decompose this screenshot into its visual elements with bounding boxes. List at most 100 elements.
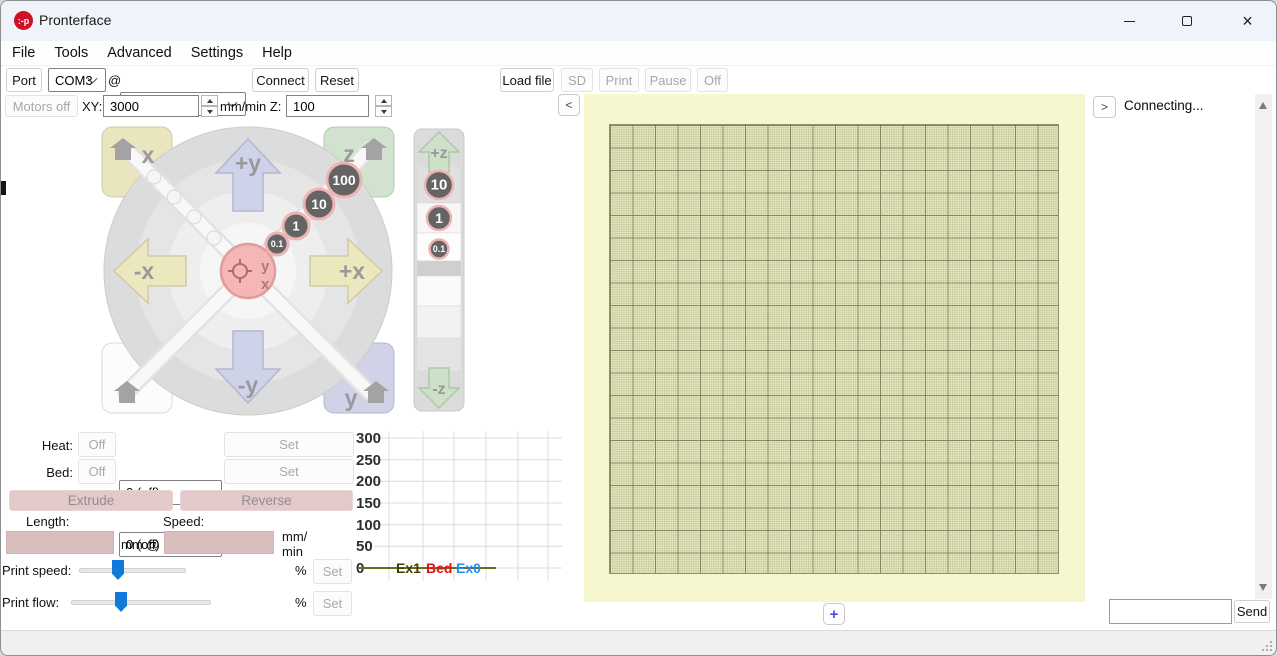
legend-ex0: Ex0 xyxy=(456,560,481,576)
menu-help[interactable]: Help xyxy=(262,45,292,61)
minus-x-label: -x xyxy=(134,258,155,284)
z-feed-value: 100 xyxy=(293,99,315,114)
svg-text:50: 50 xyxy=(356,538,373,555)
menu-file[interactable]: File xyxy=(12,45,35,61)
print-speed-slider[interactable] xyxy=(79,568,186,573)
spin-up-icon[interactable] xyxy=(375,95,392,106)
plus-x-label: +x xyxy=(339,258,365,284)
heat-set-button[interactable]: Set xyxy=(224,432,354,457)
z-jog-pad: +z -z 10 1 0.1 xyxy=(413,128,465,412)
z-badge-0-1[interactable]: 0.1 xyxy=(430,240,449,259)
collapse-right-button[interactable]: > xyxy=(1093,96,1116,118)
spin-down-icon[interactable] xyxy=(201,106,218,117)
print-button[interactable]: Print xyxy=(599,68,639,92)
port-select-value: COM3 xyxy=(55,73,93,88)
scroll-down-icon[interactable] xyxy=(1259,584,1267,591)
temperature-graph: 300 250 200 150 100 50 0 Ex1 Bed Ex0 xyxy=(356,431,562,581)
speed-label: Speed: xyxy=(163,514,204,529)
app-logo-icon: :-p xyxy=(14,11,33,30)
resize-grip[interactable] xyxy=(1260,639,1273,652)
print-bed-grid[interactable] xyxy=(609,124,1059,574)
plus-y-label: +y xyxy=(235,150,261,176)
extrude-length-input[interactable] xyxy=(6,531,114,554)
z-feed-input[interactable]: 100 xyxy=(286,95,369,117)
maximize-icon xyxy=(1182,16,1192,26)
load-file-button[interactable]: Load file xyxy=(500,68,554,92)
maximize-button[interactable] xyxy=(1158,1,1216,41)
reset-button[interactable]: Reset xyxy=(315,68,359,92)
extrude-button[interactable]: Extrude xyxy=(9,490,173,511)
close-button[interactable]: × xyxy=(1217,1,1277,41)
print-speed-set-button[interactable]: Set xyxy=(313,559,352,584)
bed-set-button[interactable]: Set xyxy=(224,459,354,484)
keyboard-jog-hub[interactable]: y x xyxy=(221,244,275,298)
log-output[interactable]: Connecting... xyxy=(1118,94,1255,599)
percent-label: % xyxy=(295,595,307,610)
svg-text:100: 100 xyxy=(356,517,381,534)
port-button[interactable]: Port xyxy=(6,68,42,92)
z-feed-label: mm/min Z: xyxy=(220,99,281,114)
print-flow-slider[interactable] xyxy=(71,600,211,605)
svg-text:300: 300 xyxy=(356,431,381,447)
hub-x-label: x xyxy=(261,276,270,293)
z-badge-10[interactable]: 10 xyxy=(425,171,453,199)
bed-label: Bed: xyxy=(31,465,73,480)
menu-settings[interactable]: Settings xyxy=(191,45,243,61)
distance-badge-10[interactable]: 10 xyxy=(304,189,334,219)
sd-button[interactable]: SD xyxy=(561,68,593,92)
off-button[interactable]: Off xyxy=(697,68,728,92)
left-splitter-handle[interactable] xyxy=(1,181,6,195)
reverse-button[interactable]: Reverse xyxy=(180,490,353,511)
distance-badge-1[interactable]: 1 xyxy=(283,213,309,239)
svg-text:150: 150 xyxy=(356,495,381,512)
min-unit-label: min xyxy=(282,544,303,559)
xy-feed-value: 3000 xyxy=(110,99,139,114)
z-badge-1[interactable]: 1 xyxy=(427,206,451,230)
bed-off-button[interactable]: Off xyxy=(78,459,116,484)
menu-bar: File Tools Advanced Settings Help xyxy=(1,41,1277,66)
menu-advanced[interactable]: Advanced xyxy=(107,45,172,61)
minimize-button[interactable] xyxy=(1100,1,1158,41)
extrude-speed-input[interactable] xyxy=(164,531,274,554)
distance-badge-0-1[interactable]: 0.1 xyxy=(266,233,288,255)
badge-label: 10 xyxy=(311,196,327,212)
command-input[interactable] xyxy=(1109,599,1232,624)
connect-button[interactable]: Connect xyxy=(252,68,309,92)
distance-badge-100[interactable]: 100 xyxy=(327,163,361,197)
print-speed-slider-thumb[interactable] xyxy=(112,560,124,580)
menu-tools[interactable]: Tools xyxy=(54,45,88,61)
xy-feed-label: XY: xyxy=(82,99,102,114)
title-bar: :-p Pronterface × xyxy=(1,1,1277,41)
home-x-label: x xyxy=(142,142,155,168)
print-flow-slider-thumb[interactable] xyxy=(115,592,127,612)
badge-label: 100 xyxy=(332,172,356,188)
motors-off-button[interactable]: Motors off xyxy=(5,95,78,117)
z-feed-spinner[interactable] xyxy=(375,95,392,117)
plus-z-label: +z xyxy=(430,145,447,162)
print-flow-label: Print flow: xyxy=(2,595,59,610)
minimize-icon xyxy=(1124,21,1135,22)
port-select[interactable]: COM3 xyxy=(48,68,106,92)
badge-label: 1 xyxy=(435,210,443,226)
mm-per-label: mm/ xyxy=(282,529,307,544)
send-button[interactable]: Send xyxy=(1234,600,1270,623)
badge-label: 10 xyxy=(431,177,448,194)
gcode-viewer-canvas[interactable] xyxy=(584,94,1085,602)
xy-jog-pad: +y -y -x +x x z y xyxy=(100,125,396,417)
pronterface-window: :-p Pronterface × File Tools Advanced Se… xyxy=(0,0,1277,656)
home-y-label: y xyxy=(345,385,358,411)
scroll-up-icon[interactable] xyxy=(1259,102,1267,109)
collapse-left-button[interactable]: < xyxy=(558,94,580,116)
pause-button[interactable]: Pause xyxy=(645,68,691,92)
print-flow-set-button[interactable]: Set xyxy=(313,591,352,616)
spin-down-icon[interactable] xyxy=(375,106,392,117)
hub-y-label: y xyxy=(261,258,270,275)
minus-y-label: -y xyxy=(238,372,259,398)
log-scrollbar[interactable] xyxy=(1255,94,1272,599)
spin-up-icon[interactable] xyxy=(201,95,218,106)
badge-label: 0.1 xyxy=(271,239,284,249)
xy-feed-input[interactable]: 3000 xyxy=(103,95,199,117)
heat-off-button[interactable]: Off xyxy=(78,432,116,457)
zoom-in-button[interactable]: + xyxy=(823,603,845,625)
xy-feed-spinner[interactable] xyxy=(201,95,218,117)
